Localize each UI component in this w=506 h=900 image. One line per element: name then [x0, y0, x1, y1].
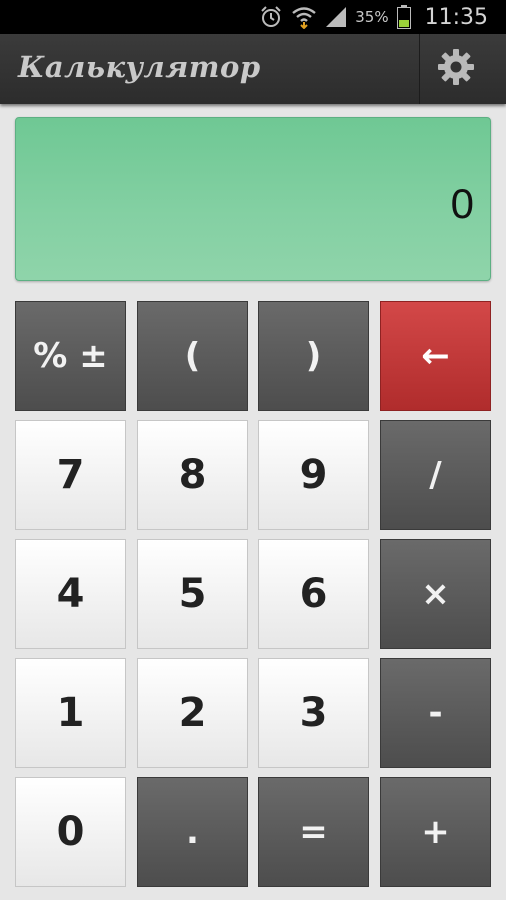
digit-5-button[interactable]: 5 [137, 539, 248, 649]
backspace-button[interactable]: ← [380, 301, 491, 411]
digit-9-button[interactable]: 9 [258, 420, 369, 530]
digit-6-button[interactable]: 6 [258, 539, 369, 649]
digit-4-button[interactable]: 4 [15, 539, 126, 649]
digit-3-button[interactable]: 3 [258, 658, 369, 768]
gear-icon [436, 47, 476, 92]
divide-button[interactable]: / [380, 420, 491, 530]
digit-2-button[interactable]: 2 [137, 658, 248, 768]
signal-icon [325, 6, 347, 28]
plus-button[interactable]: + [380, 777, 491, 887]
app-bar: Калькулятор [0, 34, 506, 104]
digit-0-button[interactable]: 0 [15, 777, 126, 887]
percent-sign-button[interactable]: % ± [15, 301, 126, 411]
multiply-button[interactable]: × [380, 539, 491, 649]
digit-1-button[interactable]: 1 [15, 658, 126, 768]
equals-button[interactable]: = [258, 777, 369, 887]
digit-8-button[interactable]: 8 [137, 420, 248, 530]
display-value: 0 [450, 180, 474, 227]
battery-icon [396, 5, 411, 29]
wifi-icon [291, 5, 317, 29]
decimal-button[interactable]: . [137, 777, 248, 887]
minus-button[interactable]: - [380, 658, 491, 768]
close-paren-button[interactable]: ) [258, 301, 369, 411]
status-bar: 35% 11:35 [0, 0, 506, 34]
clock: 11:35 [424, 4, 488, 30]
alarm-icon [259, 5, 283, 29]
battery-percent: 35% [355, 8, 389, 26]
digit-7-button[interactable]: 7 [15, 420, 126, 530]
app-title: Калькулятор [18, 50, 261, 84]
calculator-display: 0 [15, 117, 491, 281]
open-paren-button[interactable]: ( [137, 301, 248, 411]
settings-button[interactable] [419, 34, 492, 104]
